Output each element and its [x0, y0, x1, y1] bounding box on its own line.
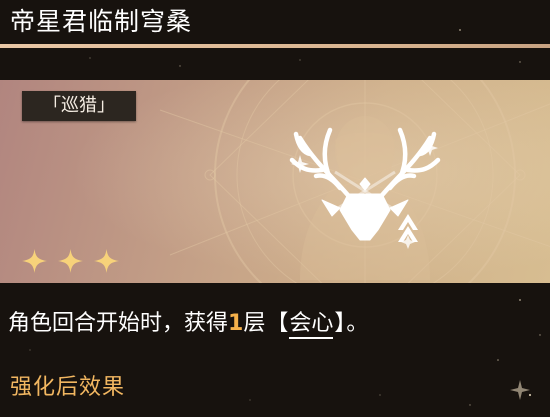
enhanced-effect-heading: 强化后效果 — [10, 375, 126, 400]
description-text-start: 角色回合开始时，获得 — [8, 311, 229, 336]
keyword-open-bracket: 【 — [266, 311, 289, 336]
title-divider — [0, 44, 550, 48]
rarity-stars — [20, 248, 121, 274]
sparkle-star-icon — [92, 248, 121, 274]
effect-description: 角色回合开始时，获得1层【会心】。 — [8, 304, 368, 344]
keyword-link-crit[interactable]: 会心 — [289, 311, 334, 339]
sparkle-star-icon — [56, 248, 85, 274]
keyword-close-bracket: 】 — [334, 311, 346, 336]
description-end: 。 — [346, 311, 369, 336]
sparkle-star-icon — [20, 248, 49, 274]
stack-count: 1 — [228, 311, 244, 336]
path-tag: 「巡猎」 — [22, 91, 136, 121]
light-cone-title: 帝星君临制穹桑 — [10, 7, 193, 36]
description-unit: 层 — [243, 311, 266, 336]
